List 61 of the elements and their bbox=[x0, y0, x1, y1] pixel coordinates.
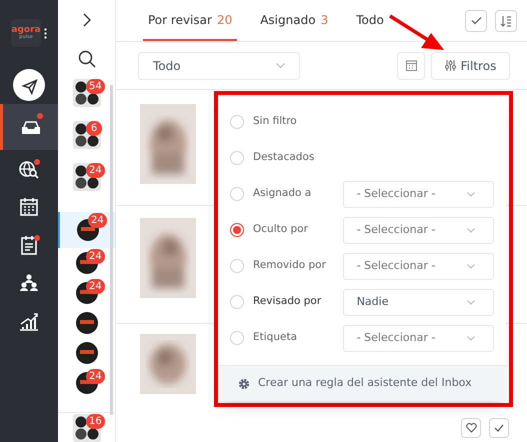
sort-button[interactable] bbox=[495, 10, 517, 32]
account-item[interactable]: 6 bbox=[58, 120, 115, 150]
create-rule-link[interactable]: Crear una regla del asistente del Inbox bbox=[258, 375, 472, 392]
scrollbar[interactable] bbox=[110, 85, 113, 415]
calendar-button[interactable] bbox=[397, 52, 425, 80]
chevron-down-icon bbox=[276, 63, 285, 68]
select-dropdown[interactable]: - Seleccionar - bbox=[342, 324, 494, 352]
count-badge: 54 bbox=[86, 79, 105, 94]
calendar-icon bbox=[406, 60, 416, 71]
more-icon[interactable] bbox=[44, 28, 47, 38]
select-dropdown[interactable]: - Seleccionar - bbox=[342, 180, 494, 208]
account-item[interactable]: 24 bbox=[58, 368, 115, 398]
calendar-icon bbox=[17, 195, 41, 219]
radio-button[interactable] bbox=[230, 223, 244, 237]
filter-label: Removido por bbox=[253, 258, 327, 274]
scope-dropdown[interactable]: Todo bbox=[138, 52, 300, 80]
review-button[interactable] bbox=[489, 418, 509, 438]
count-badge: 16 bbox=[86, 414, 105, 429]
mark-all-button[interactable] bbox=[465, 10, 487, 32]
filter-label: Oculto por bbox=[253, 222, 309, 238]
filter-label: Revisado por bbox=[253, 294, 322, 310]
select-dropdown[interactable]: Nadie bbox=[342, 288, 494, 316]
tab[interactable]: Asignado 3 bbox=[255, 0, 334, 41]
select-dropdown[interactable]: - Seleccionar - bbox=[342, 216, 494, 244]
sliders-icon bbox=[444, 60, 456, 71]
chevron-down-icon bbox=[467, 264, 475, 268]
chevron-right-icon[interactable] bbox=[82, 12, 90, 27]
account-item[interactable]: 54 bbox=[58, 78, 115, 108]
select-dropdown[interactable]: - Seleccionar - bbox=[342, 252, 494, 280]
chevron-down-icon bbox=[467, 300, 475, 304]
sort-icon bbox=[500, 14, 512, 26]
account-item[interactable]: 16 bbox=[58, 412, 115, 442]
gear-icon bbox=[238, 378, 250, 390]
search-icon[interactable] bbox=[78, 50, 96, 68]
filters-button[interactable]: Filtros bbox=[431, 52, 510, 80]
filter-label: Destacados bbox=[253, 150, 316, 166]
send-icon bbox=[13, 69, 45, 101]
chevron-down-icon bbox=[467, 336, 475, 340]
account-item[interactable]: 24 bbox=[58, 278, 115, 308]
count-badge: 24 bbox=[86, 163, 105, 178]
heart-icon bbox=[466, 423, 476, 433]
check-icon bbox=[494, 424, 504, 432]
check-icon bbox=[470, 16, 482, 25]
tab[interactable]: Por revisar 20 bbox=[143, 0, 238, 41]
count-badge: 24 bbox=[86, 369, 105, 384]
filter-label: Etiqueta bbox=[253, 330, 298, 346]
count-badge: 24 bbox=[86, 279, 105, 294]
like-button[interactable] bbox=[461, 418, 481, 438]
account-item[interactable]: 24 bbox=[58, 162, 115, 192]
filter-label: Sin filtro bbox=[253, 114, 298, 130]
filter-label: Asignado a bbox=[253, 186, 312, 202]
count-badge: 24 bbox=[86, 249, 105, 264]
account-item[interactable]: 24 bbox=[58, 248, 115, 278]
chevron-down-icon bbox=[467, 192, 475, 196]
account-item[interactable]: 24 bbox=[58, 212, 115, 248]
annotation-arrow bbox=[388, 14, 446, 51]
nav-item[interactable] bbox=[0, 104, 58, 150]
logo-word: agora bbox=[11, 26, 41, 35]
count-badge: 24 bbox=[88, 213, 107, 228]
tab[interactable]: Todo bbox=[351, 0, 389, 41]
chevron-down-icon bbox=[467, 228, 475, 232]
